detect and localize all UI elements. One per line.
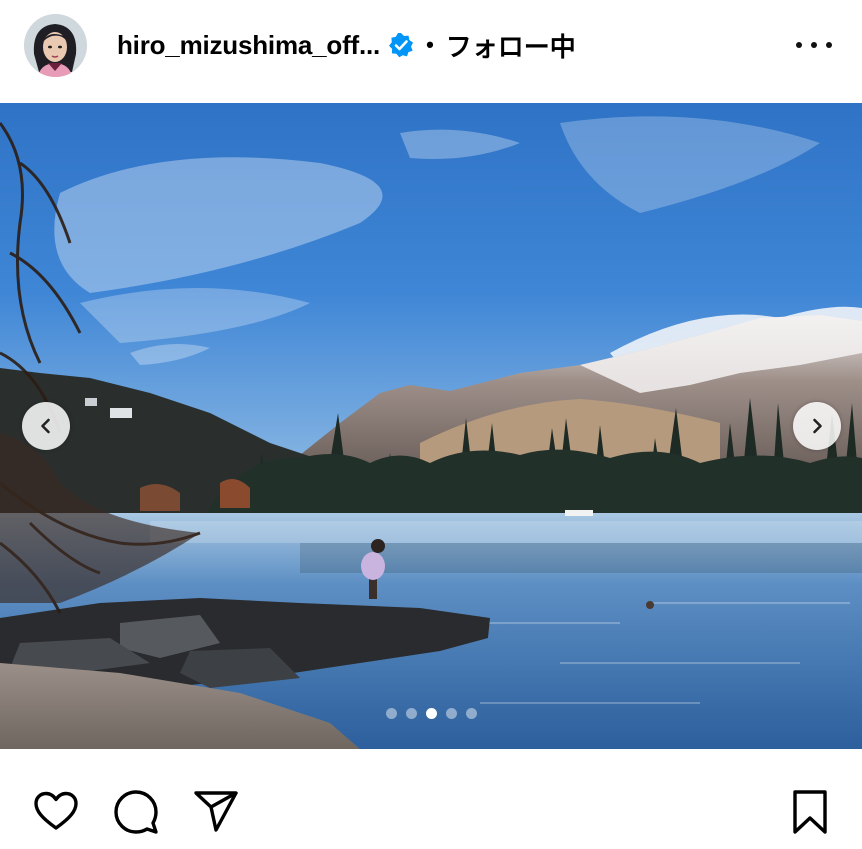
comment-icon xyxy=(114,790,158,834)
carousel-next-button[interactable] xyxy=(793,402,841,450)
chevron-left-icon xyxy=(41,418,50,434)
share-button[interactable] xyxy=(192,788,240,836)
carousel-dot xyxy=(446,708,457,719)
carousel-prev-button[interactable] xyxy=(22,402,70,450)
post-photo[interactable] xyxy=(0,103,862,749)
like-button[interactable] xyxy=(32,788,80,836)
username-row: hiro_mizushima_off... • フォロー中 xyxy=(117,27,576,64)
separator-dot: • xyxy=(426,32,434,57)
bookmark-icon xyxy=(793,790,827,834)
chevron-right-icon xyxy=(813,418,822,434)
landscape-image xyxy=(0,103,862,749)
heart-icon xyxy=(34,791,78,830)
send-icon xyxy=(194,791,238,832)
carousel-indicator xyxy=(386,708,477,719)
comment-button[interactable] xyxy=(112,788,160,836)
save-button[interactable] xyxy=(786,788,834,836)
more-options-icon[interactable] xyxy=(796,34,832,56)
verified-badge-icon xyxy=(388,32,414,58)
carousel-dot xyxy=(406,708,417,719)
username-link[interactable]: hiro_mizushima_off... xyxy=(117,30,380,61)
post-header: hiro_mizushima_off... • フォロー中 xyxy=(0,0,862,103)
avatar[interactable] xyxy=(24,14,87,77)
carousel-dot xyxy=(386,708,397,719)
following-button[interactable]: フォロー中 xyxy=(446,27,576,64)
carousel-dot xyxy=(466,708,477,719)
carousel-dot-active xyxy=(426,708,437,719)
